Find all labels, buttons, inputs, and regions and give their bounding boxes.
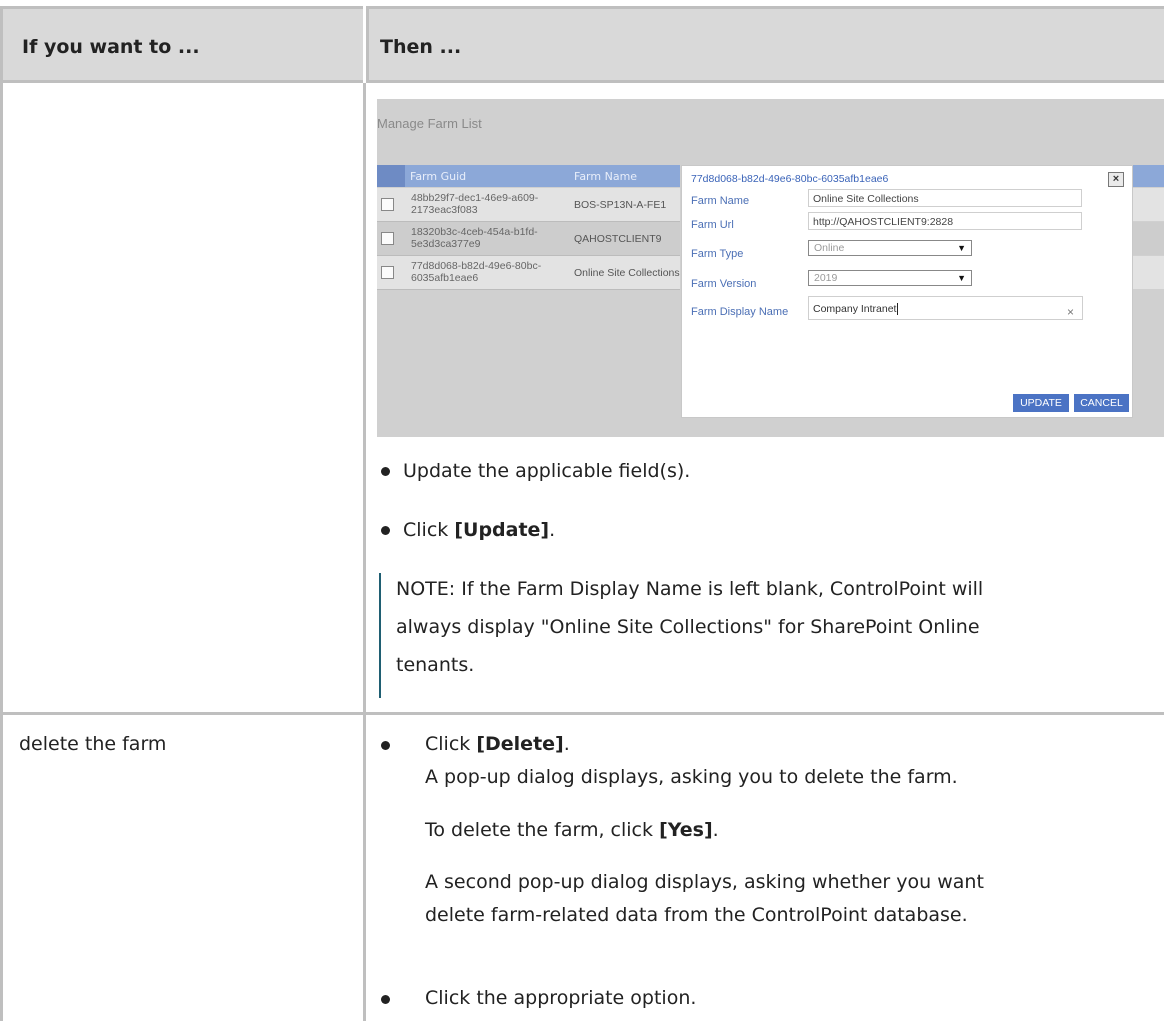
delete-the-farm-label: delete the farm: [19, 733, 167, 755]
farm-name-cell: Online Site Collections: [574, 267, 680, 279]
note-line-2: always display "Online Site Collections"…: [396, 616, 980, 638]
farm-version-label: Farm Version: [691, 278, 757, 290]
clear-icon[interactable]: ×: [1067, 300, 1074, 324]
note-line-3: tenants.: [396, 654, 475, 676]
farm-name-column-header[interactable]: Farm Name: [574, 170, 637, 183]
table-left-border: [0, 83, 3, 1021]
note-line-1: NOTE: If the Farm Display Name is left b…: [396, 578, 984, 600]
click-option-step: Click the appropriate option.: [425, 987, 697, 1009]
farm-guid-cell: 77d8d068-b82d-49e6-80bc-6035afb1eae6: [411, 260, 542, 284]
chevron-down-icon: ▼: [957, 243, 966, 253]
dialog-farm-guid: 77d8d068-b82d-49e6-80bc-6035afb1eae6: [691, 173, 889, 185]
farm-guid-cell: 18320b3c-4ceb-454a-b1fd-5e3d3ca377e9: [411, 226, 538, 250]
confirm-delete-text: To delete the farm, click [Yes].: [425, 819, 719, 841]
bullet-dot: [381, 995, 390, 1004]
second-popup-line-2: delete farm-related data from the Contro…: [425, 904, 968, 926]
farm-name-cell: BOS-SP13N-A-FE1: [574, 199, 667, 211]
click-update-post: .: [549, 519, 556, 541]
click-update-pre: Click: [403, 519, 455, 541]
farm-display-name-label: Farm Display Name: [691, 306, 789, 318]
close-icon[interactable]: ×: [1108, 172, 1124, 187]
click-delete-bold: [Delete]: [476, 733, 564, 755]
update-fields-step: Update the applicable field(s).: [403, 460, 691, 482]
click-update-step: Click [Update].: [403, 519, 555, 541]
row-checkbox[interactable]: [381, 232, 394, 245]
chevron-down-icon: ▼: [957, 273, 966, 283]
bullet-dot: [381, 741, 390, 750]
click-delete-step: Click [Delete].: [425, 733, 570, 755]
farm-url-field[interactable]: http://QAHOSTCLIENT9:2828: [808, 212, 1082, 230]
farm-version-select[interactable]: 2019 ▼: [808, 270, 972, 286]
farm-guid-column-header[interactable]: Farm Guid: [410, 170, 466, 183]
table-column-divider: [363, 83, 366, 1021]
update-button[interactable]: UPDATE: [1013, 394, 1069, 412]
manage-farm-list-screenshot: Manage Farm List Farm Guid Farm Name 48b…: [377, 99, 1164, 437]
table-row-divider: [0, 712, 1164, 715]
row-edge: [1131, 188, 1164, 221]
bullet-dot: [381, 467, 390, 476]
delete-popup-text: A pop-up dialog displays, asking you to …: [425, 766, 958, 788]
farm-grid-header: Farm Guid Farm Name: [377, 165, 680, 187]
farm-guid-cell: 48bb29f7-dec1-46e9-a609-2173eac3f083: [411, 192, 539, 216]
farm-name-cell: QAHOSTCLIENT9: [574, 233, 662, 245]
bullet-dot: [381, 526, 390, 535]
confirm-delete-post: .: [712, 819, 719, 841]
cancel-button[interactable]: CANCEL: [1074, 394, 1129, 412]
farm-name-label: Farm Name: [691, 195, 750, 207]
header-if-label: If you want to ...: [22, 36, 200, 58]
grid-select-column: [377, 165, 405, 187]
header-then-label: Then ...: [380, 36, 462, 58]
confirm-delete-pre: To delete the farm, click: [425, 819, 660, 841]
confirm-delete-bold: [Yes]: [659, 819, 713, 841]
farm-display-name-field[interactable]: Company Intranet ×: [808, 296, 1083, 320]
click-delete-post: .: [563, 733, 570, 755]
farm-display-name-value: Company Intranet: [813, 303, 897, 315]
table-row[interactable]: 48bb29f7-dec1-46e9-a609-2173eac3f083 BOS…: [377, 188, 680, 222]
row-checkbox[interactable]: [381, 266, 394, 279]
farm-grid-header-edge: [1131, 165, 1164, 187]
row-checkbox[interactable]: [381, 198, 394, 211]
instructions-table: If you want to ... Then ... Manage Farm …: [0, 0, 1164, 1021]
row-edge: [1131, 256, 1164, 289]
manage-farm-list-title: Manage Farm List: [377, 116, 482, 131]
note-bar: [379, 573, 381, 698]
second-popup-line-1: A second pop-up dialog displays, asking …: [425, 871, 984, 893]
header-cell-then: Then ...: [366, 6, 1164, 83]
click-update-bold: [Update]: [454, 519, 550, 541]
table-row[interactable]: 18320b3c-4ceb-454a-b1fd-5e3d3ca377e9 QAH…: [377, 222, 680, 256]
click-delete-pre: Click: [425, 733, 477, 755]
farm-url-label: Farm Url: [691, 219, 734, 231]
farm-version-value: 2019: [814, 272, 838, 284]
edit-farm-dialog: × 77d8d068-b82d-49e6-80bc-6035afb1eae6 F…: [681, 165, 1133, 418]
farm-name-field[interactable]: Online Site Collections: [808, 189, 1082, 207]
table-row[interactable]: 77d8d068-b82d-49e6-80bc-6035afb1eae6 Onl…: [377, 256, 680, 290]
farm-type-select[interactable]: Online ▼: [808, 240, 972, 256]
farm-type-value: Online: [814, 242, 845, 254]
header-cell-if: If you want to ...: [0, 6, 363, 83]
row-edge: [1131, 222, 1164, 255]
farm-type-label: Farm Type: [691, 248, 744, 260]
